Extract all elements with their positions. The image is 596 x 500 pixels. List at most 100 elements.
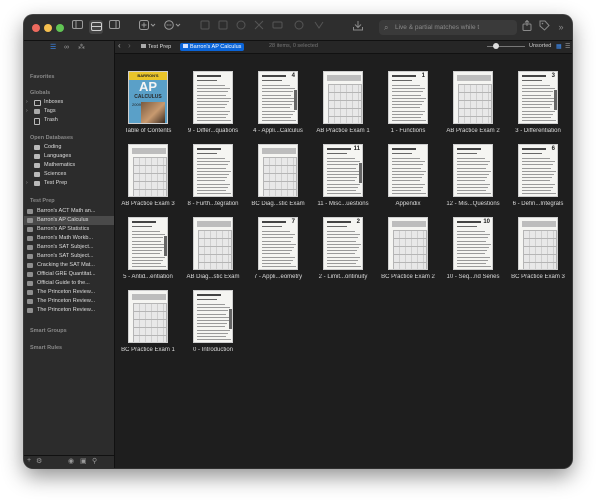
sidebar-tree-icon[interactable]: ⁂ <box>78 43 85 52</box>
sidebar-item-sciences[interactable]: Sciences <box>24 170 114 179</box>
sidebar-item-tags[interactable]: › Tags <box>24 107 114 116</box>
sidebar-list-icon[interactable]: ☰ <box>50 43 56 52</box>
new-item-icon[interactable] <box>139 20 157 34</box>
sort-menu[interactable]: Unsorted <box>529 43 551 49</box>
page-number: 3 <box>551 73 555 79</box>
minimize-button[interactable] <box>44 24 52 32</box>
document-item[interactable]: 1 1 - Functions <box>375 67 441 139</box>
page-number: 2 <box>356 219 360 225</box>
zoom-slider-knob[interactable] <box>493 43 499 49</box>
sidebar-item-book[interactable]: Barron's ACT Math an... <box>24 207 114 216</box>
pin-icon[interactable]: ⚲ <box>92 457 97 465</box>
tag-icon[interactable] <box>538 20 550 34</box>
sidebar-item-book[interactable]: Official Guide to the... <box>24 279 114 288</box>
document-item[interactable]: AB Practice Exam 1 <box>310 67 376 139</box>
favorites-header: Favorites <box>30 74 55 80</box>
sidebar-item-trash[interactable]: Trash <box>24 116 114 125</box>
group-icon <box>27 299 33 304</box>
breadcrumb-label: Barron's AP Calculus <box>190 44 242 50</box>
document-thumbnail <box>193 290 233 343</box>
document-item[interactable]: 2 2 - Limit...ontinuity <box>310 213 376 285</box>
search-field[interactable]: ⌕ Live & partial matches while t <box>379 20 517 35</box>
sidebar-toggle-icon[interactable] <box>71 20 83 34</box>
zoom-button[interactable] <box>56 24 64 32</box>
close-button[interactable] <box>32 24 40 32</box>
document-item[interactable]: 12 - Mis...Questions <box>440 140 506 212</box>
document-item[interactable]: BC Practice Exam 2 <box>375 213 441 285</box>
list-view-icon[interactable]: ☰ <box>565 43 570 50</box>
view-options-icon[interactable] <box>89 20 103 34</box>
document-item[interactable]: 7 7 - Appli...eometry <box>245 213 311 285</box>
group-icon <box>27 254 33 259</box>
document-item[interactable]: BC Practice Exam 1 <box>115 286 181 358</box>
sidebar-item-book[interactable]: Barron's SAT Subject... <box>24 252 114 261</box>
add-icon[interactable]: + <box>27 457 31 464</box>
document-name: AB Practice Exam 3 <box>121 201 175 207</box>
sidebar-item-book[interactable]: The Princeton Review... <box>24 306 114 315</box>
document-item[interactable]: 4 4 - Appli...Calculus <box>245 67 311 139</box>
breadcrumb-group[interactable]: Barron's AP Calculus <box>180 43 245 51</box>
document-item[interactable]: 3 3 - Differentiation <box>505 67 571 139</box>
more-icon[interactable]: » <box>555 20 567 34</box>
document-item[interactable]: 6 6 - Defin...Integrals <box>505 140 571 212</box>
inspector-icon[interactable] <box>108 20 120 34</box>
sidebar-item-book[interactable]: Barron's AP Statistics <box>24 225 114 234</box>
sidebar-item-coding[interactable]: Coding <box>24 143 114 152</box>
back-icon[interactable]: ‹ <box>118 41 121 50</box>
sidebar-item-label: Languages <box>44 153 72 159</box>
download-icon[interactable] <box>352 20 364 34</box>
zoom-slider[interactable] <box>487 43 525 49</box>
page-number: 4 <box>291 73 295 79</box>
database-icon <box>141 44 146 48</box>
document-item[interactable]: 11 11 - Misc...uestions <box>310 140 376 212</box>
document-thumbnail: 6 <box>518 144 558 197</box>
document-thumbnail <box>128 290 168 343</box>
document-item[interactable]: Appendix <box>375 140 441 212</box>
document-thumbnail <box>518 217 558 270</box>
sidebar-item-test-prep[interactable]: › Test Prep <box>24 179 114 188</box>
sidebar-item-book[interactable]: Official GRE Quantitat... <box>24 270 114 279</box>
document-item[interactable]: 9 - Differ...quations <box>180 67 246 139</box>
document-item[interactable]: 8 - Furth...tegration <box>180 140 246 212</box>
document-thumbnail <box>453 71 493 124</box>
document-item[interactable]: 5 - Antid...entiation <box>115 213 181 285</box>
sidebar-item-label: Inboxes <box>44 99 64 105</box>
document-item[interactable]: BARRON'S AP CALCULUS 2009 Table of Contents <box>115 67 181 139</box>
document-thumbnail: 10 <box>453 217 493 270</box>
sidebar-link-icon[interactable]: ∞ <box>64 43 69 52</box>
document-item[interactable]: 0 - Introduction <box>180 286 246 358</box>
gear-icon[interactable]: ⚙ <box>36 457 42 465</box>
document-item[interactable]: AB Diag...stic Exam <box>180 213 246 285</box>
page-number: 7 <box>291 219 295 225</box>
sidebar-item-book[interactable]: Cracking the SAT Mat... <box>24 261 114 270</box>
sidebar-item-label: Trash <box>44 117 58 123</box>
sidebar-item-book[interactable]: The Princeton Review... <box>24 297 114 306</box>
document-name: 4 - Appli...Calculus <box>253 128 303 134</box>
sidebar-item-book[interactable]: Barron's Math Workb... <box>24 234 114 243</box>
sidebar-item-languages[interactable]: Languages <box>24 152 114 161</box>
sidebar-item-label: Test Prep <box>44 180 68 186</box>
actions-icon[interactable] <box>164 20 182 34</box>
document-thumbnail: 1 <box>388 71 428 124</box>
globals-header: Globals <box>30 90 51 96</box>
grid-view-icon[interactable]: ▦ <box>556 43 562 50</box>
sidebar-item-book-selected[interactable]: Barron's AP Calculus <box>24 216 114 225</box>
sidebar-item-inboxes[interactable]: › Inboxes <box>24 98 114 107</box>
forward-icon[interactable]: › <box>128 41 131 50</box>
sidebar: ☰ ∞ ⁂ Favorites Globals › Inboxes › Tags… <box>24 41 115 468</box>
document-item[interactable]: AB Practice Exam 2 <box>440 67 506 139</box>
group-icon <box>27 209 33 214</box>
breadcrumb-database[interactable]: Test Prep <box>138 43 174 51</box>
share-icon[interactable] <box>521 19 533 34</box>
image-icon[interactable]: ▣ <box>80 457 87 465</box>
sidebar-item-book[interactable]: Barron's SAT Subject... <box>24 243 114 252</box>
sidebar-item-mathematics[interactable]: Mathematics <box>24 161 114 170</box>
tag-icon[interactable]: ◉ <box>68 457 74 465</box>
document-item[interactable]: BC Practice Exam 3 <box>505 213 571 285</box>
sidebar-item-book[interactable]: The Princeton Review... <box>24 288 114 297</box>
document-item[interactable]: 10 10 - Seq...nd Series <box>440 213 506 285</box>
group-icon <box>27 236 33 241</box>
document-item[interactable]: BC Diag...stic Exam <box>245 140 311 212</box>
page-number: 11 <box>353 146 360 152</box>
document-item[interactable]: AB Practice Exam 3 <box>115 140 181 212</box>
